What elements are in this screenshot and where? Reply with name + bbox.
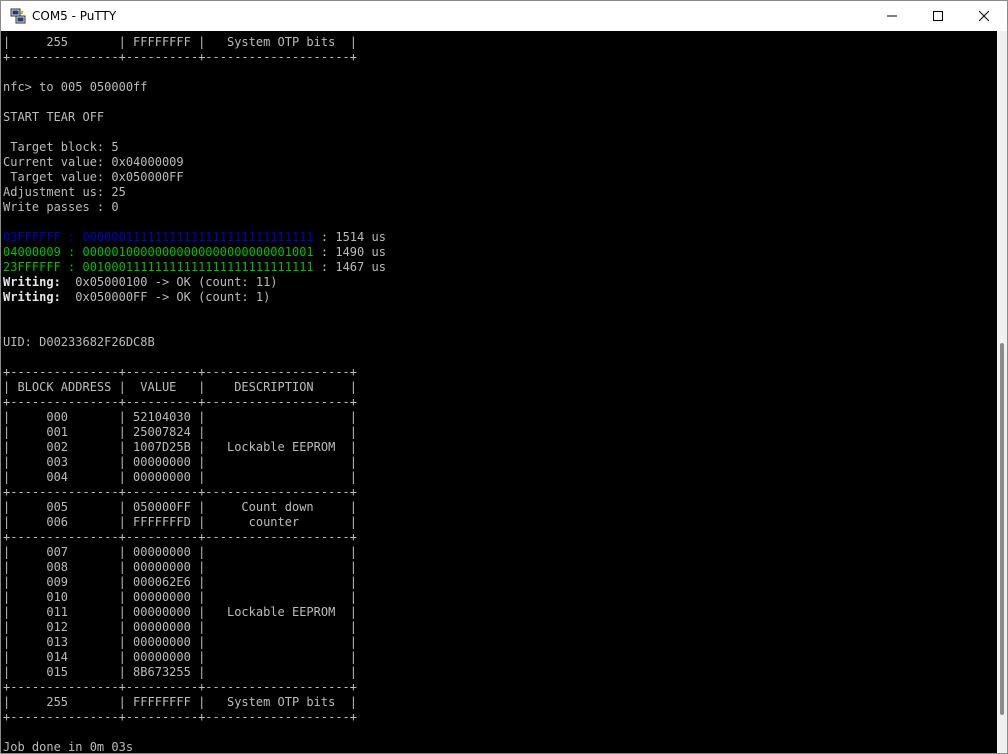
- terminal-line: Target value: 0x050000FF: [3, 170, 184, 184]
- terminal-colored-text: 03FFFFFF : 00000011111111111111111111111…: [3, 230, 314, 244]
- terminal-line: | 014 | 00000000 | |: [3, 650, 358, 664]
- close-icon: [979, 11, 989, 21]
- terminal-text: : 1467 us: [313, 260, 386, 274]
- terminal-line: | 001 | 25007824 | |: [3, 425, 358, 439]
- terminal-line: Adjustment us: 25: [3, 185, 126, 199]
- terminal-line: | 012 | 00000000 | |: [3, 620, 358, 634]
- terminal-bold-text: Writing:: [3, 290, 61, 304]
- scrollbar-thumb[interactable]: [1000, 343, 1004, 715]
- terminal-line: | 000 | 52104030 | |: [3, 410, 358, 424]
- terminal-text: 0x050000FF -> OK (count: 1): [60, 290, 271, 304]
- terminal-line: | 015 | 8B673255 | |: [3, 665, 358, 679]
- terminal-line: 23FFFFFF : 00100011111111111111111111111…: [3, 260, 386, 275]
- terminal-line: | 009 | 000062E6 | |: [3, 575, 358, 589]
- terminal-line: | BLOCK ADDRESS | VALUE | DESCRIPTION |: [3, 380, 358, 394]
- putty-window: COM5 - PuTTY | 255 | FFFFFFFF | System O…: [0, 0, 1008, 754]
- minimize-button[interactable]: [869, 1, 915, 31]
- terminal-area[interactable]: | 255 | FFFFFFFF | System OTP bits | +---…: [1, 31, 997, 753]
- terminal-line: | 011 | 00000000 | Lockable EEPROM |: [3, 605, 358, 619]
- terminal-line: | 004 | 00000000 | |: [3, 470, 358, 484]
- terminal-bold-text: Writing:: [3, 275, 61, 289]
- terminal-line: +---------------+----------+------------…: [3, 710, 358, 724]
- terminal-line: Job done in 0m 03s: [3, 740, 134, 754]
- terminal-line: | 255 | FFFFFFFF | System OTP bits |: [3, 35, 358, 49]
- title-bar[interactable]: COM5 - PuTTY: [1, 1, 1007, 31]
- minimize-icon: [887, 15, 897, 17]
- terminal-line: Writing: 0x050000FF -> OK (count: 1): [3, 290, 386, 305]
- terminal-line: | 008 | 00000000 | |: [3, 560, 358, 574]
- terminal-text: 0x05000100 -> OK (count: 11): [60, 275, 278, 289]
- terminal-line: | 002 | 1007D25B | Lockable EEPROM |: [3, 440, 358, 454]
- terminal-line: +---------------+----------+------------…: [3, 365, 358, 379]
- terminal-line: | 255 | FFFFFFFF | System OTP bits |: [3, 695, 358, 709]
- terminal-line: 04000009 : 00000100000000000000000000001…: [3, 245, 386, 260]
- terminal-line: +---------------+----------+------------…: [3, 395, 358, 409]
- terminal-line: | 003 | 00000000 | |: [3, 455, 358, 469]
- terminal-text: : 1514 us: [313, 230, 386, 244]
- maximize-icon: [933, 11, 943, 21]
- terminal-text: : 1490 us: [313, 245, 386, 259]
- terminal-line: Writing: 0x05000100 -> OK (count: 11): [3, 275, 386, 290]
- terminal-line: nfc> to 005 050000ff: [3, 80, 148, 94]
- close-button[interactable]: [961, 1, 1007, 31]
- maximize-button[interactable]: [915, 1, 961, 31]
- terminal-line: +---------------+----------+------------…: [3, 680, 358, 694]
- terminal-line: | 007 | 00000000 | |: [3, 545, 358, 559]
- terminal-line: +---------------+----------+------------…: [3, 50, 358, 64]
- putty-icon[interactable]: [10, 8, 26, 24]
- terminal-line: | 006 | FFFFFFFD | counter |: [3, 515, 358, 529]
- terminal-line: Target block: 5: [3, 140, 119, 154]
- terminal-colored-text: 04000009 : 00000100000000000000000000001…: [3, 245, 314, 259]
- terminal-line: Current value: 0x04000009: [3, 155, 184, 169]
- terminal-line: +---------------+----------+------------…: [3, 530, 358, 544]
- terminal-line: | 010 | 00000000 | |: [3, 590, 358, 604]
- terminal-line: +---------------+----------+------------…: [3, 485, 358, 499]
- vertical-scrollbar[interactable]: [997, 31, 1007, 753]
- terminal-line: START TEAR OFF: [3, 110, 105, 124]
- terminal-line: 03FFFFFF : 00000011111111111111111111111…: [3, 230, 386, 245]
- terminal-colored-text: 23FFFFFF : 00100011111111111111111111111…: [3, 260, 314, 274]
- terminal-line: UID: D00233682F26DC8B: [3, 335, 155, 349]
- window-title: COM5 - PuTTY: [32, 9, 117, 23]
- terminal-line: | 013 | 00000000 | |: [3, 635, 358, 649]
- terminal-line: | 005 | 050000FF | Count down |: [3, 500, 358, 514]
- terminal-output: | 255 | FFFFFFFF | System OTP bits | +---…: [3, 35, 386, 754]
- terminal-line: Write passes : 0: [3, 200, 119, 214]
